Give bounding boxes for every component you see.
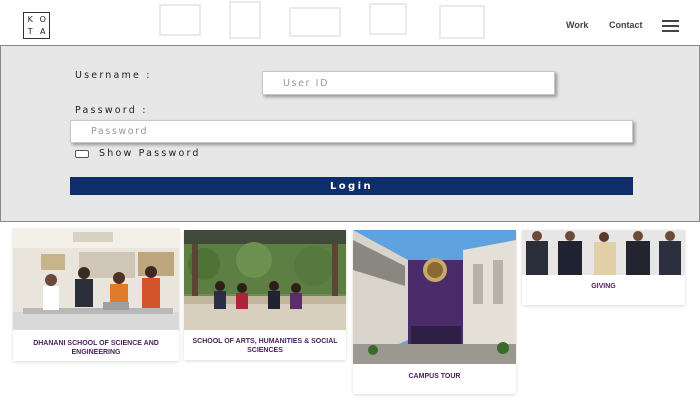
nav-contact-link[interactable]: Contact: [609, 20, 643, 30]
site-header: K O T A Work Contact: [0, 0, 700, 45]
logo-letter-a: A: [40, 27, 46, 37]
logo-letter-k: K: [27, 14, 33, 24]
students-courtyard-photo: [184, 230, 346, 330]
page: K O T A Work Contact Username : User ID …: [0, 0, 700, 400]
card-arts-humanities[interactable]: SCHOOL OF ARTS, HUMANITIES & SOCIAL SCIE…: [184, 230, 346, 360]
logo-letter-o: O: [39, 14, 46, 24]
card-caption: CAMPUS TOUR: [408, 373, 461, 380]
show-password-label: Show Password: [99, 148, 201, 159]
header-background-pattern: [159, 1, 485, 39]
science-lab-photo: [13, 228, 179, 330]
card-caption: GIVING: [591, 283, 616, 290]
card-campus-tour[interactable]: CAMPUS TOUR: [353, 230, 516, 394]
kota-logo[interactable]: K O T A: [23, 12, 50, 39]
login-button[interactable]: Login: [70, 177, 633, 195]
login-form: Username : User ID Password : Password S…: [0, 45, 700, 222]
campus-building-photo: [353, 230, 516, 364]
card-science-engineering[interactable]: DHANANI SCHOOL OF SCIENCE AND ENGINEERIN…: [13, 228, 179, 361]
show-password-toggle[interactable]: Show Password: [75, 148, 201, 159]
logo-letter-t: T: [27, 27, 33, 37]
nav-work-link[interactable]: Work: [566, 20, 588, 30]
card-caption: DHANANI SCHOOL OF SCIENCE AND ENGINEERIN…: [33, 340, 159, 356]
password-label: Password :: [75, 105, 148, 116]
card-giving[interactable]: GIVING: [522, 230, 685, 305]
username-input[interactable]: User ID: [262, 71, 555, 95]
password-input[interactable]: Password: [70, 120, 633, 143]
username-label: Username :: [75, 70, 152, 81]
card-caption: SCHOOL OF ARTS, HUMANITIES & SOCIAL SCIE…: [192, 338, 338, 354]
hamburger-menu-icon[interactable]: [662, 20, 679, 32]
show-password-checkbox[interactable]: [75, 149, 89, 158]
group-photo: [522, 230, 685, 275]
